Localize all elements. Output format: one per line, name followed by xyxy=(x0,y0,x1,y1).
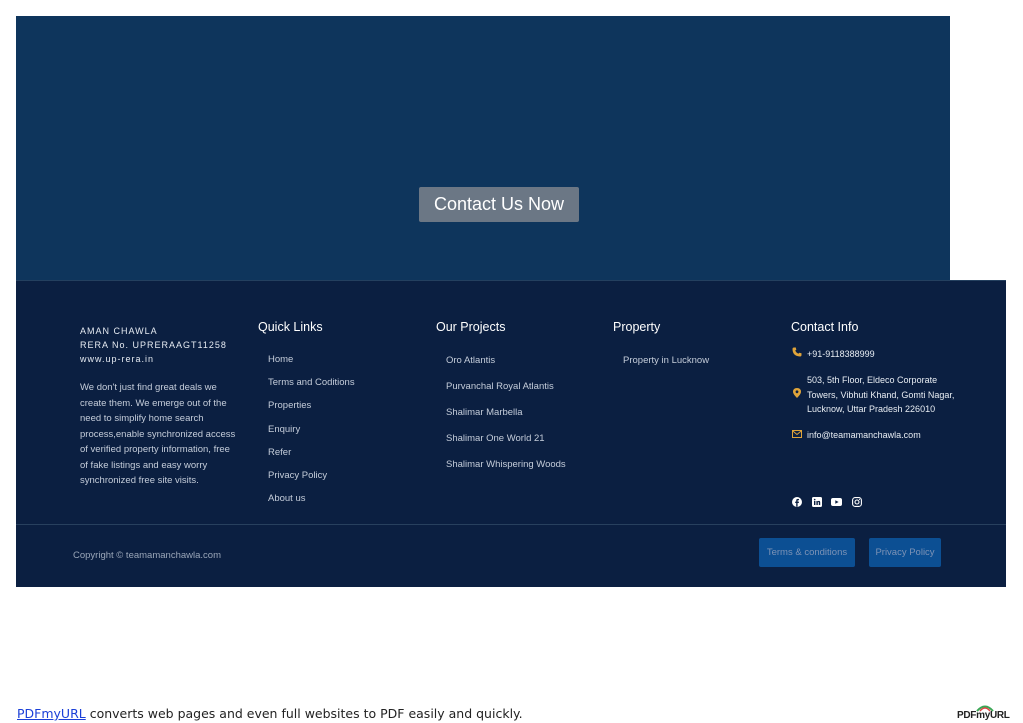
contact-email[interactable]: info@teamamanchawla.com xyxy=(791,428,921,443)
instagram-icon[interactable] xyxy=(851,496,862,507)
phone-number: +91-9118388999 xyxy=(807,349,875,359)
address-line: 503, 5th Floor, Eldeco Corporate xyxy=(807,375,938,385)
map-pin-icon xyxy=(791,373,803,403)
envelope-icon xyxy=(791,428,803,443)
hero-section: Contact Us Now xyxy=(16,16,950,280)
facebook-icon[interactable] xyxy=(791,496,802,507)
projects-column: Our Projects Oro Atlantis Purvanchal Roy… xyxy=(436,320,566,470)
project-link[interactable]: Shalimar Marbella xyxy=(446,407,523,418)
quick-link-about[interactable]: About us xyxy=(268,493,306,504)
quick-link-properties[interactable]: Properties xyxy=(268,400,311,411)
address-line: Towers, Vibhuti Khand, Gomti Nagar, xyxy=(807,389,955,400)
property-column: Property Property in Lucknow xyxy=(613,320,709,366)
project-link[interactable]: Shalimar Whispering Woods xyxy=(446,459,566,470)
terms-button[interactable]: Terms & conditions xyxy=(759,538,855,567)
contact-address: 503, 5th Floor, Eldeco Corporate Towers,… xyxy=(791,373,954,417)
youtube-icon[interactable] xyxy=(831,496,842,507)
contact-title: Contact Info xyxy=(791,320,859,334)
footer: AMAN CHAWLA RERA No. UPRERAAGT11258 www.… xyxy=(16,280,1006,587)
about-column: AMAN CHAWLA RERA No. UPRERAAGT11258 www.… xyxy=(80,324,240,489)
project-link[interactable]: Shalimar One World 21 xyxy=(446,433,545,444)
project-link[interactable]: Oro Atlantis xyxy=(446,355,495,366)
quick-links-column: Quick Links Home Terms and Coditions Pro… xyxy=(258,320,355,504)
property-link[interactable]: Property in Lucknow xyxy=(623,355,709,366)
quick-link-enquiry[interactable]: Enquiry xyxy=(268,424,300,435)
quick-link-terms[interactable]: Terms and Coditions xyxy=(268,377,355,388)
footer-top-divider xyxy=(16,280,1006,281)
about-text: We don't just find great deals we create… xyxy=(80,382,236,486)
privacy-button[interactable]: Privacy Policy xyxy=(869,538,941,567)
footer-divider xyxy=(16,524,1006,525)
copyright-text: Copyright © teamamanchawla.com xyxy=(73,550,221,561)
pdfmyurl-logo[interactable]: PDFmyURL xyxy=(957,704,1010,722)
quick-links-title: Quick Links xyxy=(258,320,323,334)
project-link[interactable]: Purvanchal Royal Atlantis xyxy=(446,381,554,392)
rera-website-link[interactable]: www.up-rera.in xyxy=(80,352,240,366)
brand-name: AMAN CHAWLA xyxy=(80,326,158,336)
social-links xyxy=(791,496,862,507)
phone-icon xyxy=(791,347,803,362)
linkedin-icon[interactable] xyxy=(811,496,822,507)
email-address: info@teamamanchawla.com xyxy=(807,430,921,440)
pdf-promo-note: PDFmyURL converts web pages and even ful… xyxy=(17,706,523,721)
rera-number: RERA No. UPRERAAGT11258 xyxy=(80,340,227,350)
quick-link-refer[interactable]: Refer xyxy=(268,447,291,458)
contact-us-button[interactable]: Contact Us Now xyxy=(419,187,579,222)
pdfmyurl-link[interactable]: PDFmyURL xyxy=(17,706,86,721)
quick-link-home[interactable]: Home xyxy=(268,354,293,365)
projects-title: Our Projects xyxy=(436,320,506,334)
logo-text: PDFmyURL xyxy=(957,710,1010,721)
contact-column: Contact Info +91-9118388999 503, 5th Flo… xyxy=(791,320,991,520)
contact-phone[interactable]: +91-9118388999 xyxy=(791,347,875,362)
quick-link-privacy[interactable]: Privacy Policy xyxy=(268,470,327,481)
property-title: Property xyxy=(613,320,661,334)
pdf-promo-text: converts web pages and even full website… xyxy=(85,706,523,721)
address-line: Lucknow, Uttar Pradesh 226010 xyxy=(807,404,936,414)
